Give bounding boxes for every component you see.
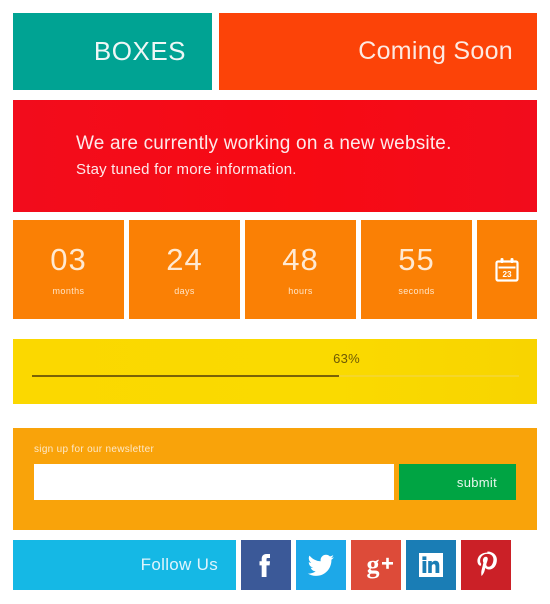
follow-us-box: Follow Us [13, 540, 236, 590]
newsletter-submit-button[interactable]: submit [399, 464, 516, 500]
footer: Follow Us g [13, 540, 537, 590]
countdown-days-value: 24 [166, 242, 203, 277]
calendar-box[interactable]: 23 [477, 220, 537, 319]
google-plus-icon: g [351, 540, 401, 590]
progress-fill [32, 375, 339, 377]
coming-soon-page: BOXES Coming Soon We are currently worki… [0, 0, 550, 604]
countdown-hours: 48 hours [245, 220, 356, 319]
newsletter-panel: sign up for our newsletter submit [13, 428, 537, 530]
countdown-days-label: days [174, 286, 195, 296]
linkedin-icon [406, 540, 456, 590]
countdown-months: 03 months [13, 220, 124, 319]
calendar-day-number: 23 [502, 269, 512, 278]
follow-us-label: Follow Us [140, 555, 218, 574]
facebook-button[interactable] [241, 540, 291, 590]
countdown-days: 24 days [129, 220, 240, 319]
progress-panel: 63% [13, 339, 537, 404]
twitter-icon [296, 540, 346, 590]
banner-headline: We are currently working on a new websit… [76, 133, 452, 154]
announcement-banner: We are currently working on a new websit… [13, 100, 537, 212]
linkedin-button[interactable] [406, 540, 456, 590]
countdown-seconds: 55 seconds [361, 220, 472, 319]
pinterest-icon [461, 540, 511, 590]
logo-box[interactable]: BOXES [13, 13, 212, 90]
countdown-seconds-label: seconds [398, 286, 435, 296]
header: BOXES Coming Soon [13, 13, 537, 90]
countdown-hours-label: hours [288, 286, 313, 296]
newsletter-form: submit [34, 464, 516, 500]
countdown-months-label: months [52, 286, 85, 296]
countdown-months-value: 03 [50, 242, 87, 277]
progress-percent-label: 63% [333, 351, 360, 366]
newsletter-label: sign up for our newsletter [34, 444, 155, 455]
facebook-icon [241, 540, 291, 590]
svg-text:g: g [367, 550, 380, 579]
countdown-hours-value: 48 [282, 242, 319, 277]
coming-soon-text: Coming Soon [358, 37, 513, 65]
coming-soon-box: Coming Soon [219, 13, 537, 90]
progress-track [32, 375, 519, 377]
twitter-button[interactable] [296, 540, 346, 590]
banner-subline: Stay tuned for more information. [76, 161, 297, 178]
google-plus-button[interactable]: g [351, 540, 401, 590]
calendar-icon: 23 [495, 257, 519, 282]
countdown-timer: 03 months 24 days 48 hours 55 seconds 23 [13, 220, 537, 319]
countdown-seconds-value: 55 [398, 242, 435, 277]
newsletter-email-input[interactable] [34, 464, 394, 500]
site-logo-text: BOXES [93, 36, 186, 66]
pinterest-button[interactable] [461, 540, 511, 590]
